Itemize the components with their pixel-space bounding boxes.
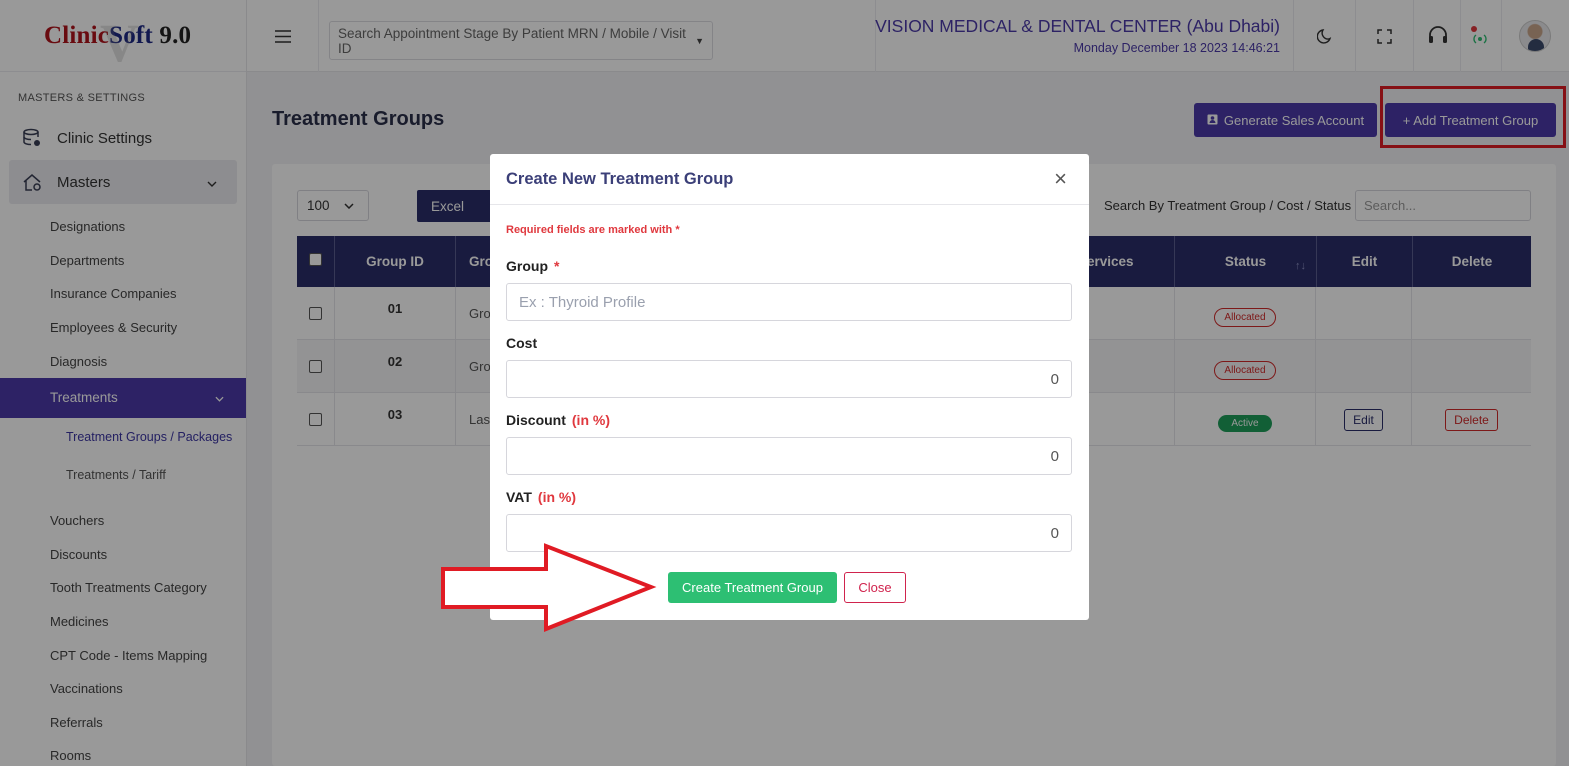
close-icon[interactable]: × — [1054, 168, 1067, 190]
vat-unit: (in %) — [537, 489, 577, 505]
discount-label: Discount (in %) — [506, 412, 610, 428]
group-input[interactable]: Ex : Thyroid Profile — [506, 283, 1072, 321]
group-label: Group * — [506, 258, 559, 274]
vat-label: VAT (in %) — [506, 489, 576, 505]
discount-input[interactable]: 0 — [506, 437, 1072, 475]
create-treatment-group-button[interactable]: Create Treatment Group — [668, 572, 837, 603]
discount-unit: (in %) — [571, 412, 610, 428]
modal-header: Create New Treatment Group × — [490, 154, 1089, 205]
discount-label-text: Discount — [506, 412, 566, 428]
required-star: * — [554, 258, 560, 274]
vat-label-text: VAT — [506, 489, 532, 505]
group-label-text: Group — [506, 258, 548, 274]
cost-input[interactable]: 0 — [506, 360, 1072, 398]
cost-label: Cost — [506, 335, 538, 351]
annotation-arrow-icon — [441, 543, 657, 632]
close-button[interactable]: Close — [844, 572, 906, 603]
required-fields-note: Required fields are marked with * — [506, 224, 680, 236]
modal-title: Create New Treatment Group — [506, 169, 734, 188]
